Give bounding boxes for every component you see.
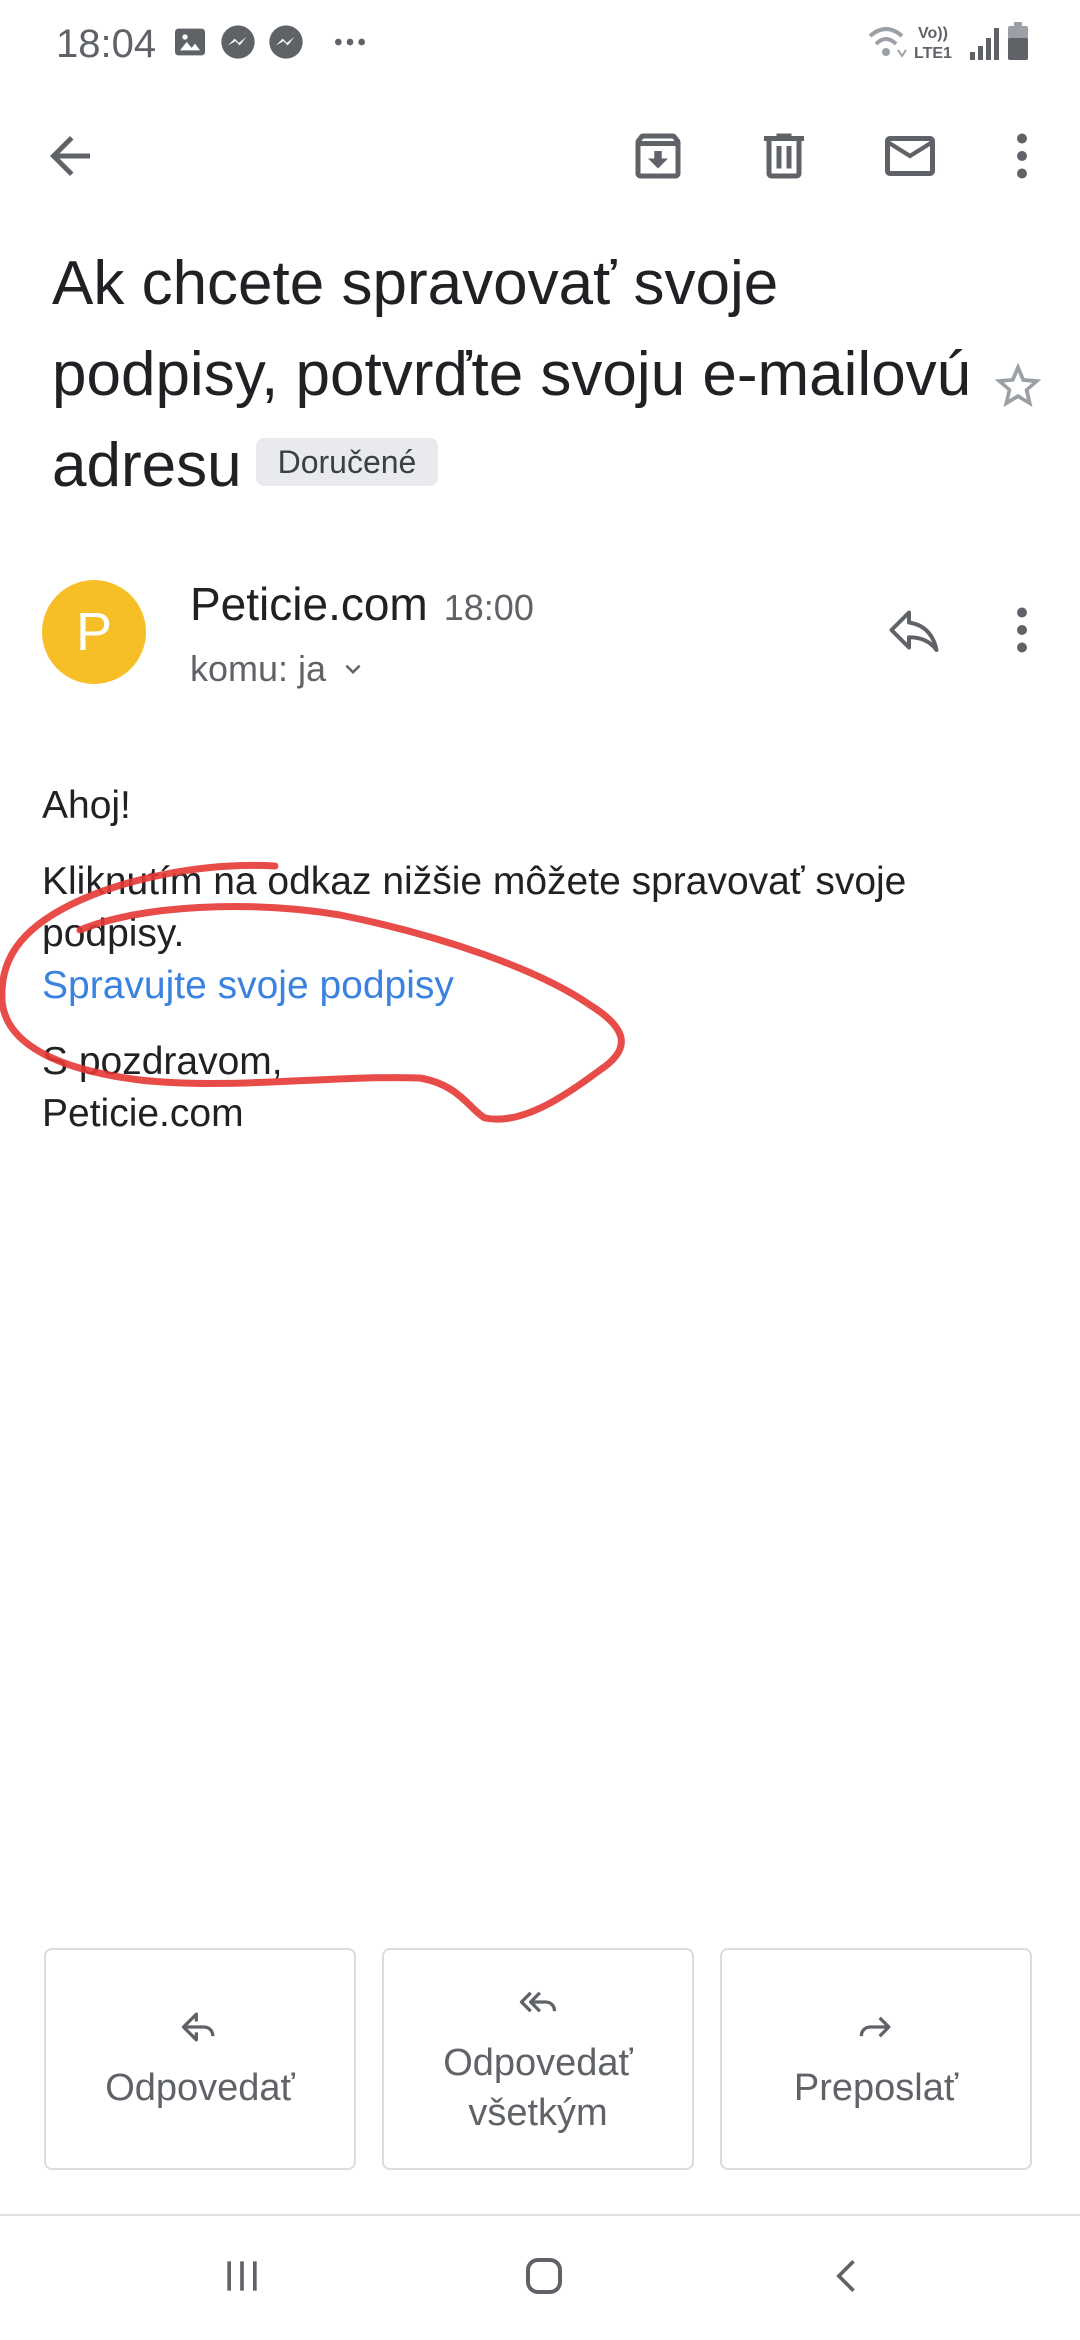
chevron-down-icon [345, 664, 361, 674]
signal-icon [970, 28, 999, 60]
messenger-icon [266, 22, 306, 62]
system-back-icon [836, 2260, 855, 2292]
archive-button[interactable] [610, 108, 706, 204]
home-button[interactable] [484, 2236, 604, 2316]
star-button[interactable] [970, 338, 1066, 434]
reply-button[interactable] [866, 582, 962, 678]
body-signature: Peticie.com [42, 1092, 244, 1135]
network-label-top: Vo)) [918, 25, 948, 42]
more-vert-icon [1017, 133, 1027, 179]
body-greeting: Ahoj! [42, 784, 131, 827]
recent-apps-icon [227, 2261, 257, 2291]
wifi-icon [868, 27, 907, 58]
subject-text: Ak chcete spravovať svoje podpisy, potvr… [52, 249, 972, 500]
delete-icon [764, 133, 804, 179]
status-time: 18:04 [56, 22, 157, 66]
back-arrow-icon [50, 136, 90, 176]
reply-all-action-label: Odpovedať všetkým [443, 2042, 633, 2134]
mark-unread-icon [885, 136, 935, 176]
status-right-icons: Vo)) LTE1 [862, 14, 1042, 70]
recipient-details-toggle[interactable]: komu: ja [190, 644, 368, 694]
sent-time: 18:00 [443, 587, 534, 628]
home-icon [526, 2258, 562, 2294]
system-back-button[interactable] [788, 2236, 908, 2316]
more-options-button[interactable] [974, 108, 1070, 204]
forward-action-button[interactable]: Preposlať [720, 1948, 1032, 2170]
body-paragraph: Kliknutím na odkaz nižšie môžete spravov… [42, 860, 907, 955]
mark-unread-button[interactable] [862, 108, 958, 204]
forward-icon [859, 2016, 891, 2038]
battery-icon [1008, 22, 1028, 60]
archive-icon [635, 133, 681, 179]
reply-action-button[interactable]: Odpovedať [44, 1948, 356, 2170]
reply-icon [181, 2012, 215, 2042]
delete-button[interactable] [736, 108, 832, 204]
gallery-icon [170, 22, 210, 62]
reply-all-icon [519, 1991, 557, 2013]
recent-apps-button[interactable] [182, 2236, 302, 2316]
sender-name[interactable]: Peticie.com [190, 578, 428, 630]
forward-action-label: Preposlať [793, 2067, 959, 2109]
star-outline-icon [994, 362, 1042, 407]
reply-icon [889, 610, 939, 652]
messenger-icon [218, 22, 258, 62]
reply-all-action-button[interactable]: Odpovedať všetkým [382, 1948, 694, 2170]
sender-row: Peticie.com 18:00 [190, 574, 534, 638]
body-closing-line: S pozdravom, [42, 1040, 283, 1083]
more-vert-icon [1017, 607, 1027, 653]
manage-signatures-link[interactable]: Spravujte svoje podpisy [42, 960, 1032, 1012]
message-more-options-button[interactable] [974, 582, 1070, 678]
nav-bar-divider [0, 2214, 1080, 2216]
network-label-bottom: LTE1 [914, 45, 952, 62]
email-subject: Ak chcete spravovať svoje podpisy, potvr… [52, 238, 972, 511]
back-button[interactable] [22, 108, 118, 204]
recipient-text: komu: ja [190, 648, 327, 689]
email-body: Ahoj! Kliknutím na odkaz nižšie môžete s… [42, 780, 1032, 1140]
inbox-label-chip[interactable]: Doručené [255, 437, 439, 486]
reply-action-label: Odpovedať [105, 2067, 295, 2109]
sender-avatar[interactable]: P [42, 580, 146, 684]
more-notifications-icon [330, 22, 370, 62]
